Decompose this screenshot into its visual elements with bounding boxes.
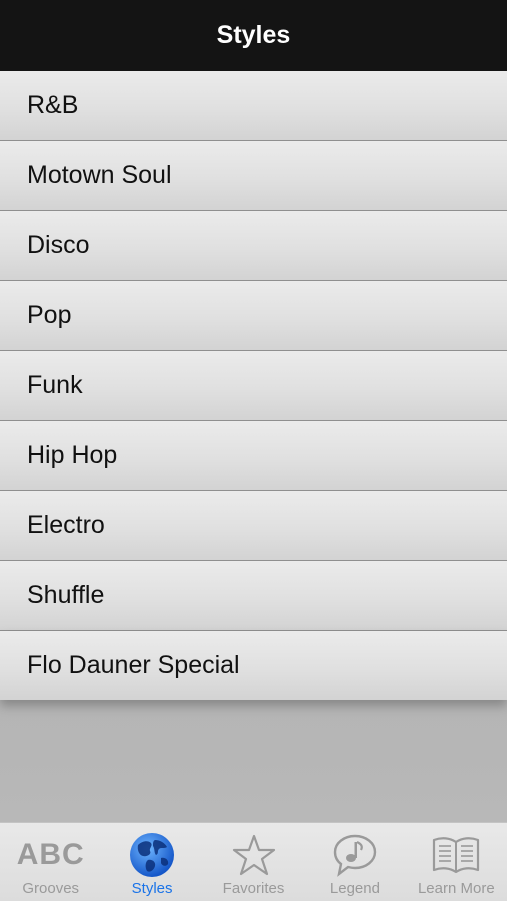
tab-label: Styles	[131, 880, 173, 897]
tab-label: Favorites	[222, 880, 285, 897]
list-item-label: Shuffle	[27, 581, 105, 609]
book-icon	[430, 830, 482, 880]
list-item-label: Hip Hop	[27, 441, 118, 469]
tab-bar: ABC Grooves Styles Favorites Legend Lear…	[0, 822, 507, 901]
list-item[interactable]: Motown Soul	[0, 141, 507, 211]
list-item-label: Disco	[27, 231, 90, 259]
tab-learn-more[interactable]: Learn More	[406, 823, 507, 901]
list-item-label: R&B	[27, 91, 79, 119]
globe-icon	[128, 830, 176, 880]
page-title: Styles	[216, 21, 291, 49]
star-icon	[232, 830, 276, 880]
styles-content: R&B Motown Soul Disco Pop Funk Hip Hop E…	[0, 71, 507, 822]
abc-icon: ABC	[16, 838, 85, 871]
note-bubble-icon	[331, 830, 379, 880]
list-item-label: Pop	[27, 301, 72, 329]
list-item[interactable]: Hip Hop	[0, 421, 507, 491]
tab-label: Grooves	[22, 880, 80, 897]
list-item-label: Flo Dauner Special	[27, 651, 240, 679]
list-item[interactable]: Flo Dauner Special	[0, 631, 507, 700]
list-item[interactable]: Pop	[0, 281, 507, 351]
tab-label: Learn More	[417, 880, 495, 897]
list-item[interactable]: R&B	[0, 71, 507, 141]
list-item[interactable]: Disco	[0, 211, 507, 281]
list-item[interactable]: Shuffle	[0, 561, 507, 631]
tab-styles[interactable]: Styles	[101, 823, 202, 901]
list-item-label: Funk	[27, 371, 83, 399]
styles-list: R&B Motown Soul Disco Pop Funk Hip Hop E…	[0, 71, 507, 700]
list-item-label: Electro	[27, 511, 105, 539]
list-item[interactable]: Funk	[0, 351, 507, 421]
list-item-label: Motown Soul	[27, 161, 172, 189]
tab-legend[interactable]: Legend	[304, 823, 405, 901]
tab-favorites[interactable]: Favorites	[203, 823, 304, 901]
list-item[interactable]: Electro	[0, 491, 507, 561]
tab-grooves[interactable]: ABC Grooves	[0, 823, 101, 901]
nav-bar: Styles	[0, 0, 507, 71]
tab-label: Legend	[329, 880, 380, 897]
